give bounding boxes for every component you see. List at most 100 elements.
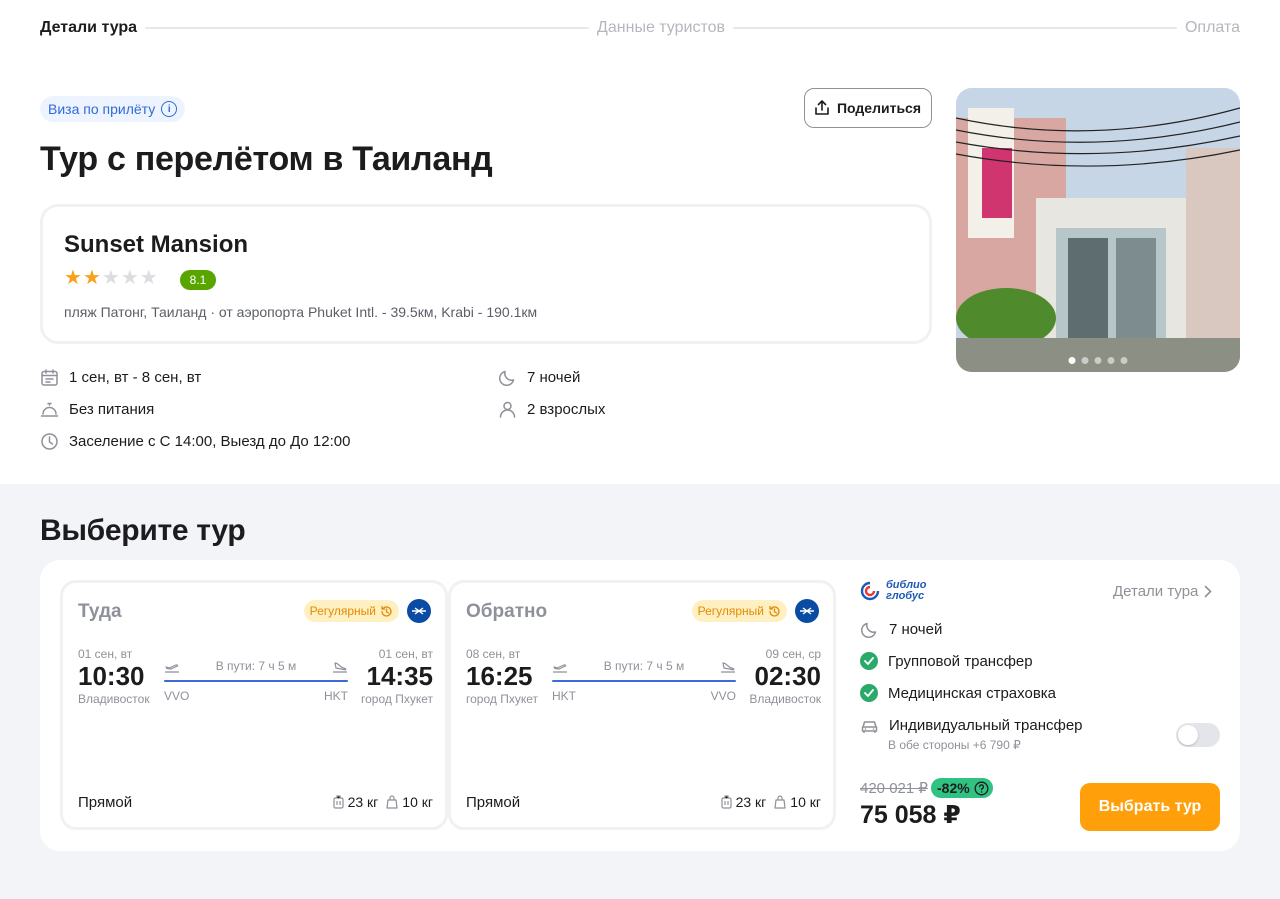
calendar-icon (41, 369, 58, 386)
route-line (164, 680, 348, 682)
hotel-location: пляж Патонг, Таиланд · от аэропорта Phuk… (64, 304, 538, 320)
regular-flight-badge: Регулярный (303, 600, 399, 622)
checkin-times-text: Заселение с С 14:00, Выезд до До 12:00 (69, 433, 351, 450)
hotel-photo-carousel[interactable] (956, 88, 1240, 372)
visa-chip-label: Виза по прилёту (48, 101, 156, 117)
checkout-stepper: Детали тура Данные туристов Оплата (40, 16, 1240, 40)
flight-type: Прямой (466, 794, 521, 811)
arrival-airport-code: HKT (324, 689, 348, 703)
landing-icon (721, 662, 735, 673)
tour-details-label: Детали тура (1113, 583, 1199, 600)
question-icon[interactable] (974, 781, 989, 796)
arrival-time: 14:35 (366, 661, 434, 691)
flight-direction: Обратно (466, 601, 548, 622)
flight-duration: В пути: 7 ч 5 м (603, 659, 685, 673)
info-icon[interactable]: i (161, 101, 178, 117)
departure-city: Владивосток (78, 692, 150, 706)
flight-type: Прямой (78, 794, 133, 811)
history-icon (769, 605, 780, 617)
hand-luggage-weight: 10 кг (402, 794, 433, 810)
share-button[interactable]: Поделиться (804, 88, 932, 128)
individual-transfer-text: Индивидуальный трансфер (889, 717, 1083, 734)
departure-date: 01 сен, вт (78, 647, 133, 661)
hand-luggage-weight: 10 кг (790, 794, 821, 810)
individual-transfer-toggle[interactable] (1176, 723, 1220, 747)
individual-transfer-option: Индивидуальный трансфер (860, 716, 1083, 735)
visa-on-arrival-chip[interactable]: Виза по прилёту i (40, 96, 186, 122)
car-icon (861, 721, 878, 733)
flight-card-outbound[interactable]: Туда Регулярный 01 сен, вт 01 сен, вт 10… (60, 580, 448, 830)
hand-luggage: 10 кг (386, 794, 433, 810)
regular-badge-label: Регулярный (309, 604, 376, 618)
group-transfer-text: Групповой трансфер (888, 652, 1033, 670)
flight-card-return[interactable]: Обратно Регулярный 08 сен, вт 09 сен, ср… (448, 580, 836, 830)
arrival-airport-code: VVO (710, 689, 736, 703)
flight-duration: В пути: 7 ч 5 м (215, 659, 297, 673)
departure-date: 08 сен, вт (466, 647, 521, 661)
person-icon (499, 401, 516, 418)
airline-logo-icon (407, 599, 431, 623)
chevron-right-icon (1205, 585, 1213, 598)
old-price: 420 021 ₽ (860, 780, 928, 797)
departure-airport-code: HKT (552, 689, 576, 703)
suitcase-icon (720, 795, 732, 809)
step-tourist-data[interactable]: Данные туристов (597, 19, 725, 37)
carousel-dot[interactable] (1120, 357, 1128, 364)
stepper-divider (733, 27, 1177, 29)
step-payment[interactable]: Оплата (1185, 19, 1240, 37)
star-filled-icon: ★ (82, 267, 101, 289)
hand-luggage: 10 кг (774, 794, 821, 810)
departure-time: 10:30 (78, 661, 145, 691)
toggle-knob (1178, 725, 1198, 745)
carousel-dot[interactable] (1094, 357, 1102, 364)
meal-plan-text: Без питания (69, 401, 155, 418)
airline-logo-icon (795, 599, 819, 623)
rating-badge: 8.1 (180, 270, 216, 290)
hotel-stars: ★ ★ ★ ★ ★ (64, 267, 158, 289)
offer-nights-text: 7 ночей (889, 621, 943, 638)
arrival-date: 09 сен, ср (765, 647, 821, 661)
operator-logo-icon (860, 581, 880, 601)
departure-airport-code: VVO (164, 689, 190, 703)
tour-dates: 1 сен, вт - 8 сен, вт (40, 368, 201, 387)
offer-nights: 7 ночей (860, 620, 942, 639)
carousel-dots[interactable] (1068, 357, 1128, 364)
insurance-included: Медицинская страховка (860, 684, 1056, 702)
checkin-times: Заселение с С 14:00, Выезд до До 12:00 (40, 432, 350, 451)
choose-tour-button[interactable]: Выбрать тур (1080, 783, 1220, 831)
hotel-name[interactable]: Sunset Mansion (64, 231, 248, 259)
check-icon (860, 652, 878, 670)
tour-offer-panel: Туда Регулярный 01 сен, вт 01 сен, вт 10… (40, 560, 1240, 851)
moon-icon (499, 370, 515, 386)
tour-operator-logo: библио глобус (860, 580, 926, 602)
star-empty-icon: ★ (120, 267, 139, 289)
regular-badge-label: Регулярный (697, 604, 764, 618)
operator-name-line2: глобус (886, 590, 925, 602)
star-empty-icon: ★ (101, 267, 120, 289)
nights-count: 7 ночей (498, 368, 580, 387)
nights-count-text: 7 ночей (527, 369, 581, 386)
hotel-card[interactable]: Sunset Mansion ★ ★ ★ ★ ★ 8.1 пляж Патонг, Та… (40, 204, 932, 344)
individual-transfer-price: В обе стороны +6 790 ₽ (888, 738, 1021, 752)
flight-direction: Туда (78, 601, 122, 622)
tour-details-link[interactable]: Детали тура (1113, 583, 1213, 600)
step-tour-details[interactable]: Детали тура (40, 19, 137, 37)
check-icon (860, 684, 878, 702)
guests-count: 2 взрослых (498, 400, 605, 419)
carousel-dot[interactable] (1107, 357, 1115, 364)
carousel-dot[interactable] (1081, 357, 1089, 364)
page-title: Тур с перелётом в Таиланд (40, 140, 493, 178)
checked-baggage-weight: 23 кг (735, 794, 767, 810)
flight-route: В пути: 7 ч 5 м HKT VVO (552, 659, 736, 703)
checked-baggage: 23 кг (332, 794, 378, 810)
suitcase-icon (332, 795, 344, 809)
regular-flight-badge: Регулярный (691, 600, 787, 622)
bag-icon (386, 795, 398, 809)
baggage-info: 23 кг 10 кг (332, 794, 433, 810)
carousel-dot[interactable] (1068, 357, 1076, 364)
tour-dates-text: 1 сен, вт - 8 сен, вт (69, 369, 202, 386)
departure-time: 16:25 (466, 661, 533, 691)
guests-count-text: 2 взрослых (527, 401, 606, 418)
checked-baggage: 23 кг (720, 794, 767, 810)
meal-plan: Без питания (40, 400, 154, 419)
